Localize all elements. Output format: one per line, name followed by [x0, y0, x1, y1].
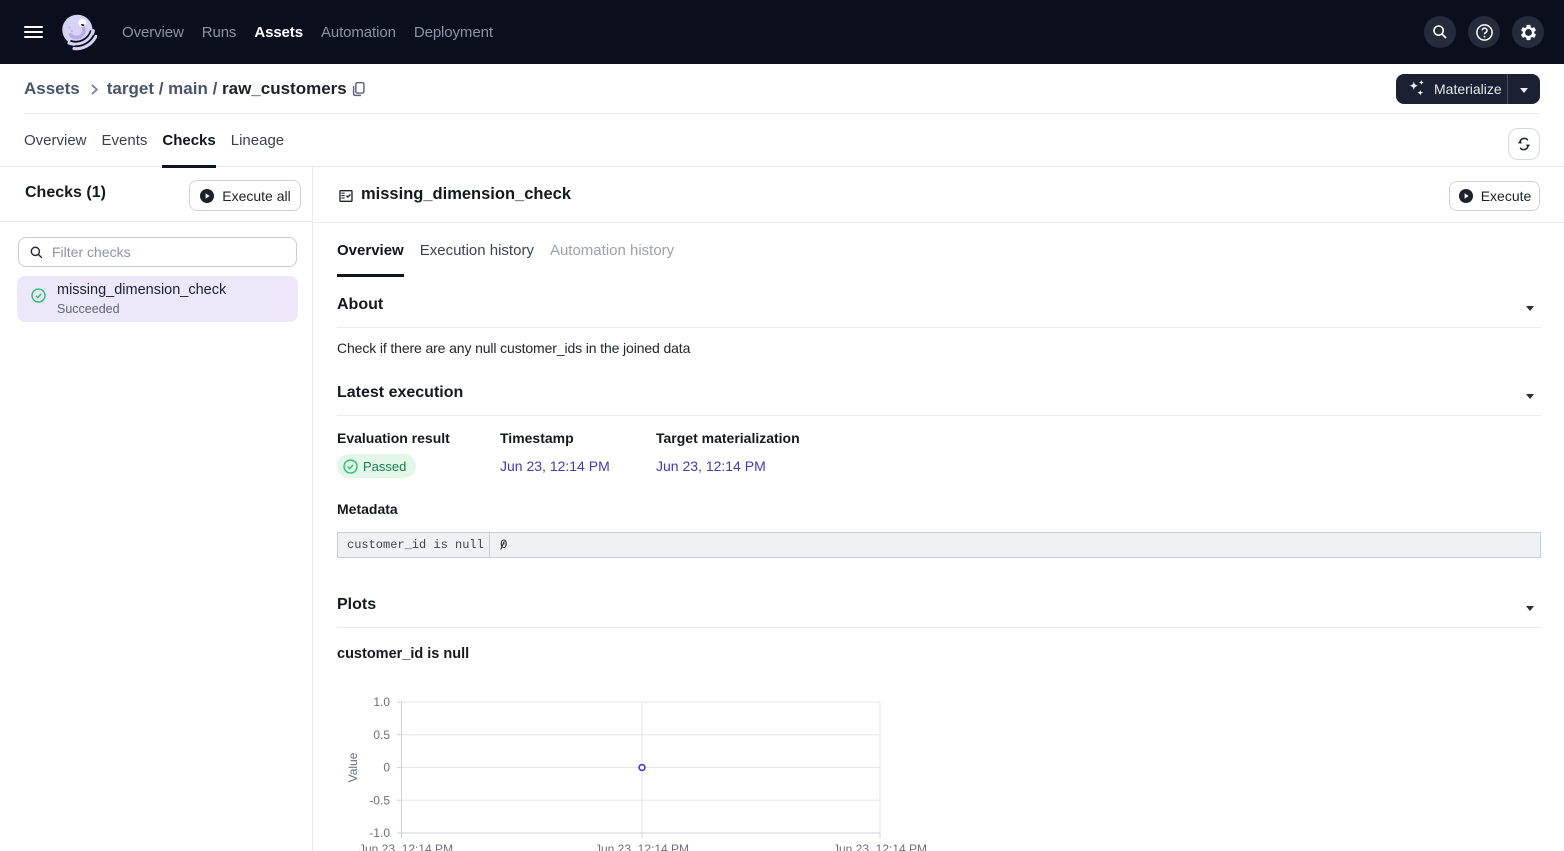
svg-text:Value: Value — [346, 752, 360, 782]
svg-text:Jun 23, 12:14 PM: Jun 23, 12:14 PM — [595, 842, 689, 851]
svg-text:1.0: 1.0 — [373, 695, 390, 709]
svg-text:0.5: 0.5 — [373, 728, 390, 742]
svg-text:0: 0 — [383, 761, 390, 775]
svg-text:-0.5: -0.5 — [369, 793, 390, 807]
svg-text:-1.0: -1.0 — [369, 826, 390, 840]
svg-text:Jun 23, 12:14 PM: Jun 23, 12:14 PM — [833, 842, 927, 851]
svg-text:Jun 23, 12:14 PM: Jun 23, 12:14 PM — [359, 842, 453, 851]
